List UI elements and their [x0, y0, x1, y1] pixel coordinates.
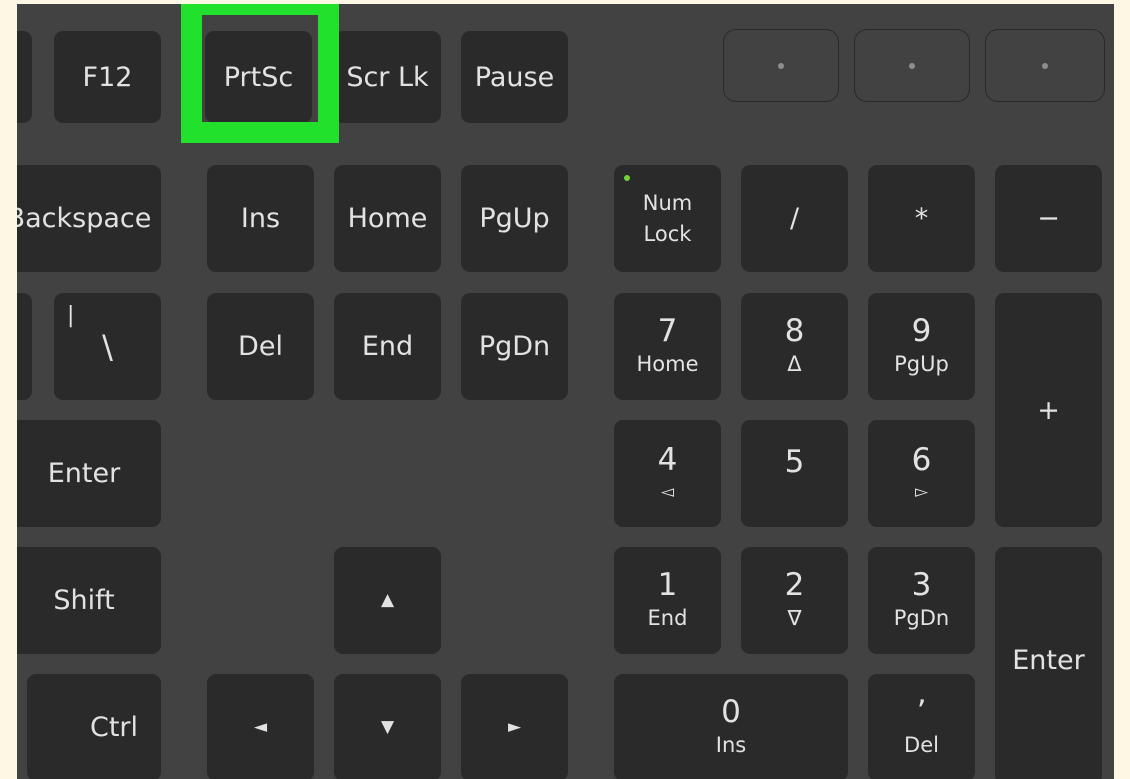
key-label: 2	[784, 566, 805, 603]
key-label: Backspace	[17, 203, 152, 234]
key-label: Home	[347, 203, 428, 234]
left-arrow-icon: ◅	[660, 481, 675, 502]
key-label: Del	[238, 331, 283, 362]
key-numpad-6[interactable]: 6 ▻	[868, 420, 975, 527]
key-arrow-right[interactable]: ►	[461, 674, 568, 779]
key-scroll-lock[interactable]: Scr Lk	[334, 31, 441, 123]
key-sublabel: PgDn	[893, 606, 950, 631]
key-label: 1	[657, 566, 678, 603]
key-end[interactable]: End	[334, 293, 441, 400]
key-numpad-4[interactable]: 4 ◅	[614, 420, 721, 527]
key-label: Num	[642, 191, 693, 216]
key-arrow-up[interactable]: ▲	[334, 547, 441, 654]
key-numpad-plus[interactable]: +	[995, 293, 1102, 527]
arrow-down-icon: ▼	[380, 717, 395, 737]
indicator-dot-icon	[1042, 62, 1048, 69]
key-prtsc[interactable]: PrtSc	[205, 31, 312, 123]
key-numpad-8[interactable]: 8 Δ	[741, 293, 848, 400]
key-label: Ins	[240, 203, 281, 234]
num-lock-indicator	[723, 29, 839, 102]
key-sublabel: Home	[636, 352, 699, 377]
key-label: Scr Lk	[346, 61, 429, 93]
key-numpad-3[interactable]: 3 PgDn	[868, 547, 975, 654]
key-numpad-decimal[interactable]: ʼ Del	[868, 674, 975, 779]
key-label: 3	[911, 566, 932, 603]
key-numpad-2[interactable]: 2 ∇	[741, 547, 848, 654]
key-sublabel: PgUp	[894, 352, 949, 377]
key-label: −	[1037, 203, 1060, 234]
key-numpad-minus[interactable]: −	[995, 165, 1102, 272]
key-partial-left-2[interactable]	[17, 293, 32, 400]
key-label: /	[789, 203, 800, 234]
caps-lock-indicator	[854, 29, 970, 102]
key-backslash[interactable]: | \	[54, 293, 161, 400]
key-partial-left[interactable]	[17, 31, 32, 123]
key-label: 7	[657, 312, 678, 349]
key-numpad-divide[interactable]: /	[741, 165, 848, 272]
key-label: 6	[911, 442, 932, 479]
key-sublabel: Ins	[715, 733, 747, 758]
key-label: Enter	[1012, 645, 1085, 676]
key-label: Shift	[53, 585, 115, 616]
key-label: +	[1037, 394, 1060, 426]
key-label: 0	[721, 693, 741, 730]
key-delete[interactable]: Del	[207, 293, 314, 400]
indicator-dot-icon	[909, 62, 915, 69]
key-label: 8	[784, 312, 805, 349]
key-label: \	[102, 327, 113, 366]
key-sublabel: End	[647, 606, 688, 631]
key-label: End	[361, 331, 414, 362]
key-numpad-multiply[interactable]: *	[868, 165, 975, 272]
keyboard: F12 PrtSc Scr Lk Pause Backspace Ins Hom…	[17, 4, 1114, 779]
indicator-dot-icon	[778, 62, 784, 69]
key-backspace[interactable]: Backspace	[17, 165, 161, 272]
key-numpad-0[interactable]: 0 Ins	[614, 674, 848, 779]
key-label: Pause	[474, 61, 555, 93]
key-label: ʼ	[916, 693, 927, 730]
right-arrow-icon: ▻	[914, 481, 929, 502]
num-lock-led-icon	[624, 175, 630, 181]
key-arrow-left[interactable]: ◄	[207, 674, 314, 779]
key-ctrl[interactable]: Ctrl	[27, 674, 161, 779]
key-home[interactable]: Home	[334, 165, 441, 272]
key-numpad-1[interactable]: 1 End	[614, 547, 721, 654]
key-enter[interactable]: Enter	[17, 420, 161, 527]
key-label: Lock	[643, 221, 692, 246]
key-sublabel: Δ	[787, 352, 802, 377]
key-numpad-9[interactable]: 9 PgUp	[868, 293, 975, 400]
key-label: Ctrl	[89, 712, 139, 743]
key-f12[interactable]: F12	[54, 31, 161, 123]
key-sublabel: ∇	[787, 606, 802, 631]
key-label: *	[914, 203, 929, 234]
key-label: 4	[657, 442, 678, 479]
arrow-left-icon: ◄	[253, 717, 268, 737]
key-pause[interactable]: Pause	[461, 31, 568, 123]
key-label: PrtSc	[223, 61, 294, 93]
arrow-up-icon: ▲	[380, 590, 395, 610]
key-shift[interactable]: Shift	[17, 547, 161, 654]
key-label: Enter	[47, 458, 121, 489]
key-arrow-down[interactable]: ▼	[334, 674, 441, 779]
key-label: PgDn	[478, 331, 551, 362]
key-label: F12	[82, 61, 133, 93]
key-label-pipe: |	[67, 303, 75, 328]
key-numpad-5[interactable]: 5	[741, 420, 848, 527]
key-label: PgUp	[479, 203, 550, 234]
key-page-up[interactable]: PgUp	[461, 165, 568, 272]
key-sublabel: Del	[904, 733, 939, 758]
key-label: 9	[911, 312, 932, 349]
arrow-right-icon: ►	[507, 717, 522, 737]
key-numpad-7[interactable]: 7 Home	[614, 293, 721, 400]
key-numpad-enter[interactable]: Enter	[995, 547, 1102, 779]
scroll-lock-indicator	[985, 29, 1105, 102]
key-num-lock[interactable]: Num Lock	[614, 165, 721, 272]
key-page-down[interactable]: PgDn	[461, 293, 568, 400]
key-label: 5	[784, 444, 805, 480]
key-insert[interactable]: Ins	[207, 165, 314, 272]
